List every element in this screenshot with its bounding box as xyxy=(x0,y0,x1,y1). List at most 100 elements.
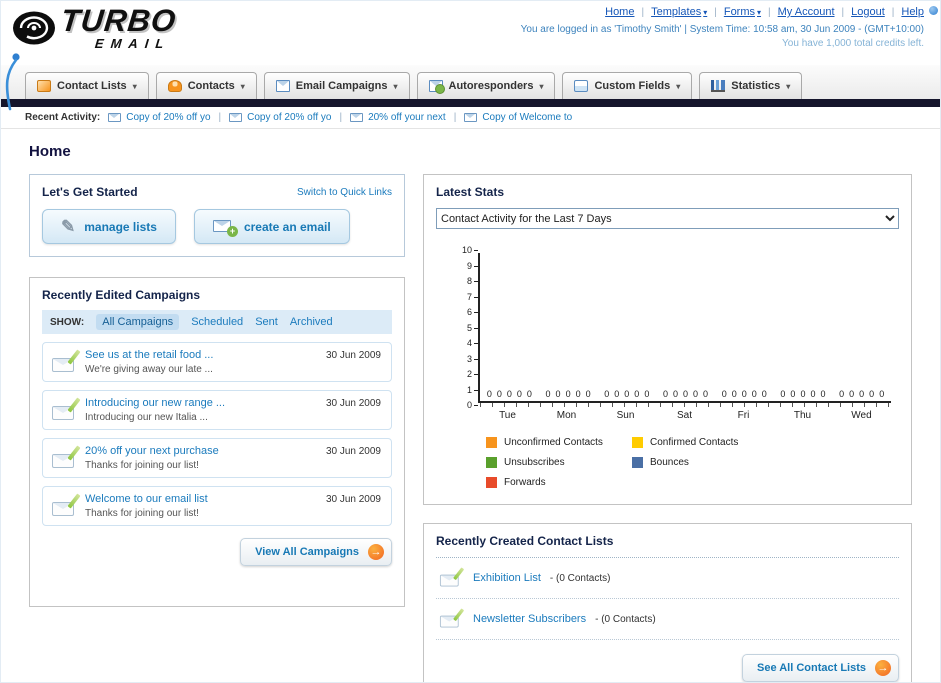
chart-value-label: 0 xyxy=(683,389,689,399)
legend-swatch xyxy=(486,457,497,468)
custom-fields-icon xyxy=(574,80,589,92)
create-email-button[interactable]: create an email xyxy=(193,209,350,244)
chart-value-label: 0 xyxy=(721,389,727,399)
contact-list-count: - (0 Contacts) xyxy=(595,613,656,625)
y-axis-tick: 0 xyxy=(467,401,478,410)
logo-subtitle: EMAIL xyxy=(94,36,172,51)
chart-value-label: 0 xyxy=(800,389,806,399)
top-link-help[interactable]: Help xyxy=(901,6,924,18)
contact-list-row: Newsletter Subscribers - (0 Contacts) xyxy=(436,599,899,640)
chart-value-label: 0 xyxy=(731,389,737,399)
recent-activity-item[interactable]: Copy of 20% off yo xyxy=(108,112,211,123)
contact-lists-icon xyxy=(37,80,51,92)
tab-label: Contacts xyxy=(187,80,235,92)
chevron-down-icon xyxy=(539,80,543,92)
campaign-title-link[interactable]: 20% off your next purchase xyxy=(85,445,303,457)
chart-y-axis: 10 9 8 7 6 5 4 3 2 1 0 xyxy=(452,246,478,410)
y-axis-tick: 4 xyxy=(467,339,478,348)
campaign-title-link[interactable]: Welcome to our email list xyxy=(85,493,303,505)
chart-value-label: 0 xyxy=(565,389,571,399)
y-axis-tick: 6 xyxy=(467,308,478,317)
switch-quick-links-link[interactable]: Switch to Quick Links xyxy=(297,187,392,198)
top-link-my-account[interactable]: My Account xyxy=(778,6,835,18)
chevron-down-icon xyxy=(241,80,245,92)
recent-activity-item[interactable]: 20% off your next xyxy=(350,112,446,123)
divider xyxy=(842,6,845,18)
logo-swoosh xyxy=(5,53,20,111)
campaign-title-link[interactable]: See us at the retail food ... xyxy=(85,349,303,361)
arrow-right-icon xyxy=(368,544,384,560)
campaign-subtitle: Thanks for joining our list! xyxy=(85,460,199,471)
chart-value-label: 0 xyxy=(496,389,502,399)
filter-archived[interactable]: Archived xyxy=(290,316,333,328)
envelope-plus-icon xyxy=(212,219,238,237)
campaign-subtitle: Thanks for joining our list! xyxy=(85,508,199,519)
filter-sent[interactable]: Sent xyxy=(255,316,278,328)
tab-custom-fields[interactable]: Custom Fields xyxy=(562,72,693,99)
nav-divider-bar xyxy=(1,99,940,107)
divider xyxy=(714,6,717,18)
chart-plot: 00000000000000000000000000000000000 xyxy=(478,253,891,403)
view-all-campaigns-button[interactable]: View All Campaigns xyxy=(240,538,392,566)
chart-value-group: 00000 xyxy=(715,389,774,401)
x-axis-label: Fri xyxy=(737,410,750,421)
legend-label: Unconfirmed Contacts xyxy=(504,437,603,448)
manage-lists-label: manage lists xyxy=(84,219,157,234)
manage-lists-button[interactable]: ✎ manage lists xyxy=(42,209,176,244)
filter-all-campaigns[interactable]: All Campaigns xyxy=(96,314,180,330)
tab-contacts[interactable]: Contacts xyxy=(155,72,257,99)
get-started-panel: Let's Get Started Switch to Quick Links … xyxy=(29,174,405,257)
contact-list-link[interactable]: Newsletter Subscribers xyxy=(473,613,586,625)
contact-list-link[interactable]: Exhibition List xyxy=(473,572,541,584)
chart-value-label: 0 xyxy=(662,389,668,399)
chart-value-label: 0 xyxy=(604,389,610,399)
chart-value-label: 0 xyxy=(672,389,678,399)
main-content: Home Let's Get Started Switch to Quick L… xyxy=(1,129,940,682)
recently-edited-campaigns-panel: Recently Edited Campaigns SHOW: All Camp… xyxy=(29,277,405,607)
contacts-icon xyxy=(167,80,182,92)
stats-activity-select[interactable]: Contact Activity for the Last 7 Days xyxy=(436,208,899,229)
tab-autoresponders[interactable]: Autoresponders xyxy=(416,72,556,99)
tab-contact-lists[interactable]: Contact Lists xyxy=(25,72,149,99)
contact-list-row: Exhibition List - (0 Contacts) xyxy=(436,558,899,599)
top-link-home[interactable]: Home xyxy=(605,6,634,18)
contact-activity-chart: 10 9 8 7 6 5 4 3 2 1 0 000000000000000000000000000… xyxy=(452,246,891,488)
campaign-subtitle: Introducing our new Italia ... xyxy=(85,412,208,423)
tab-email-campaigns[interactable]: Email Campaigns xyxy=(263,72,410,99)
divider xyxy=(768,6,771,18)
chart-value-group: 00000 xyxy=(597,389,656,401)
chart-value-label: 0 xyxy=(839,389,845,399)
see-all-contact-lists-button[interactable]: See All Contact Lists xyxy=(741,654,899,682)
recent-activity-item[interactable]: Copy of Welcome to xyxy=(464,112,572,123)
divider xyxy=(454,112,457,123)
top-link-templates[interactable]: Templates xyxy=(651,6,707,18)
x-axis-label: Thu xyxy=(793,410,812,421)
filter-scheduled[interactable]: Scheduled xyxy=(191,316,243,328)
x-axis-label: Mon xyxy=(556,410,577,421)
tab-label: Autoresponders xyxy=(448,80,534,92)
view-all-campaigns-label: View All Campaigns xyxy=(255,546,359,558)
logo-text: TURBO EMAIL xyxy=(59,3,178,51)
chart-value-label: 0 xyxy=(790,389,796,399)
campaign-title-link[interactable]: Introducing our new range ... xyxy=(85,397,303,409)
recent-activity-item[interactable]: Copy of 20% off yo xyxy=(229,112,331,123)
tab-statistics[interactable]: Statistics xyxy=(699,72,803,99)
chevron-down-icon xyxy=(393,80,397,92)
chart-value-group: 00000 xyxy=(656,389,715,401)
contact-list-count: - (0 Contacts) xyxy=(549,572,611,584)
campaign-row: Welcome to our email list Thanks for joi… xyxy=(42,486,392,526)
chart-value-label: 0 xyxy=(780,389,786,399)
chart-value-label: 0 xyxy=(869,389,875,399)
see-all-contact-lists-label: See All Contact Lists xyxy=(756,662,866,674)
chart-plot-area: 00000000000000000000000000000000000 Tue M… xyxy=(478,253,891,421)
divider xyxy=(219,112,222,123)
chevron-down-icon xyxy=(703,6,707,18)
legend-item: Forwards xyxy=(486,477,632,488)
tab-label: Email Campaigns xyxy=(295,80,388,92)
chart-value-label: 0 xyxy=(820,389,826,399)
top-link-forms[interactable]: Forms xyxy=(724,6,761,18)
top-link-logout[interactable]: Logout xyxy=(851,6,885,18)
chart-x-labels: Tue Mon Sun Sat Fri Thu Wed xyxy=(478,410,891,421)
campaigns-filter-bar: SHOW: All Campaigns Scheduled Sent Archi… xyxy=(42,310,392,334)
campaign-edit-icon xyxy=(52,349,81,373)
